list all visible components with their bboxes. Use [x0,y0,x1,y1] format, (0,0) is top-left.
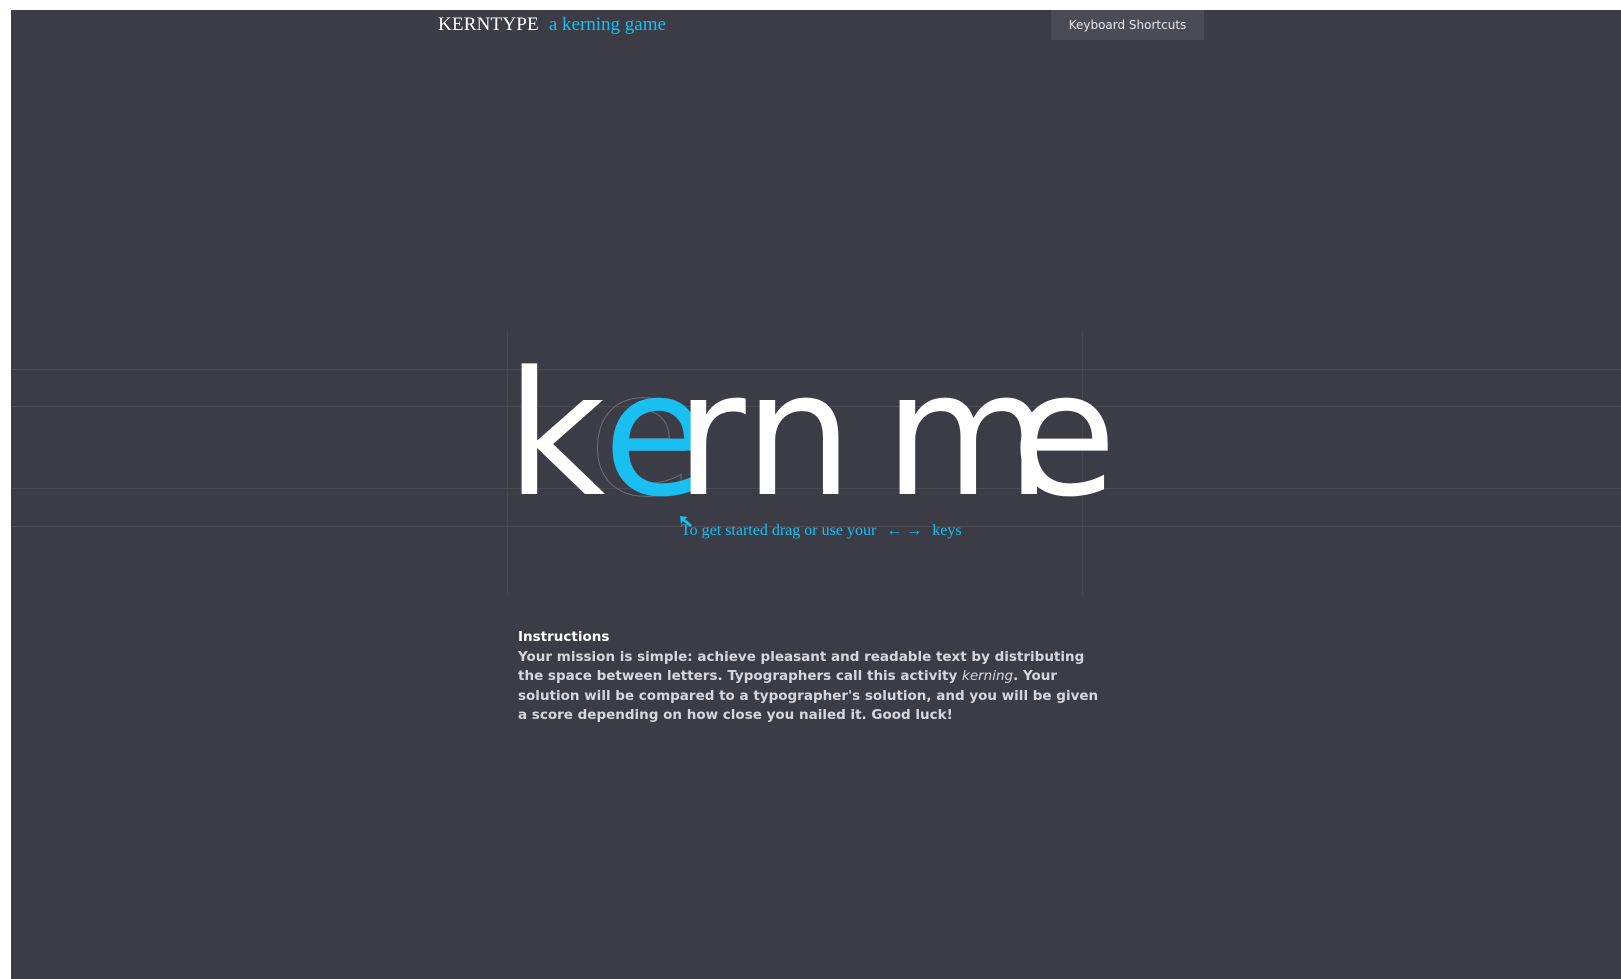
drag-hint: To get started drag or use your ← → keys [681,522,962,540]
hint-text: To get started drag or use your [681,522,877,539]
arrow-keys-icon: ← → [886,522,923,539]
letter-e[interactable]: e [1011,349,1117,521]
kerning-word: e k e r n m e [506,348,1118,521]
brand: KERNTYPE a kerning game [438,14,666,36]
letter-r[interactable]: r [675,349,746,521]
keyboard-shortcuts-button[interactable]: Keyboard Shortcuts [1051,10,1204,40]
letter-k: k [506,334,606,535]
instructions-emphasis: kerning [962,668,1014,684]
letter-n[interactable]: n [744,349,853,521]
brand-name[interactable]: KERNTYPE [438,14,539,35]
brand-tagline: a kerning game [548,14,666,35]
instructions-panel: Instructions Your mission is simple: ach… [518,628,1108,726]
instructions-heading: Instructions [518,629,610,645]
instructions-body: Your mission is simple: achieve pleasant… [518,648,1108,726]
game-page: KERNTYPE a kerning game Keyboard Shortcut… [11,10,1621,979]
hint-keys-label: keys [932,522,962,539]
